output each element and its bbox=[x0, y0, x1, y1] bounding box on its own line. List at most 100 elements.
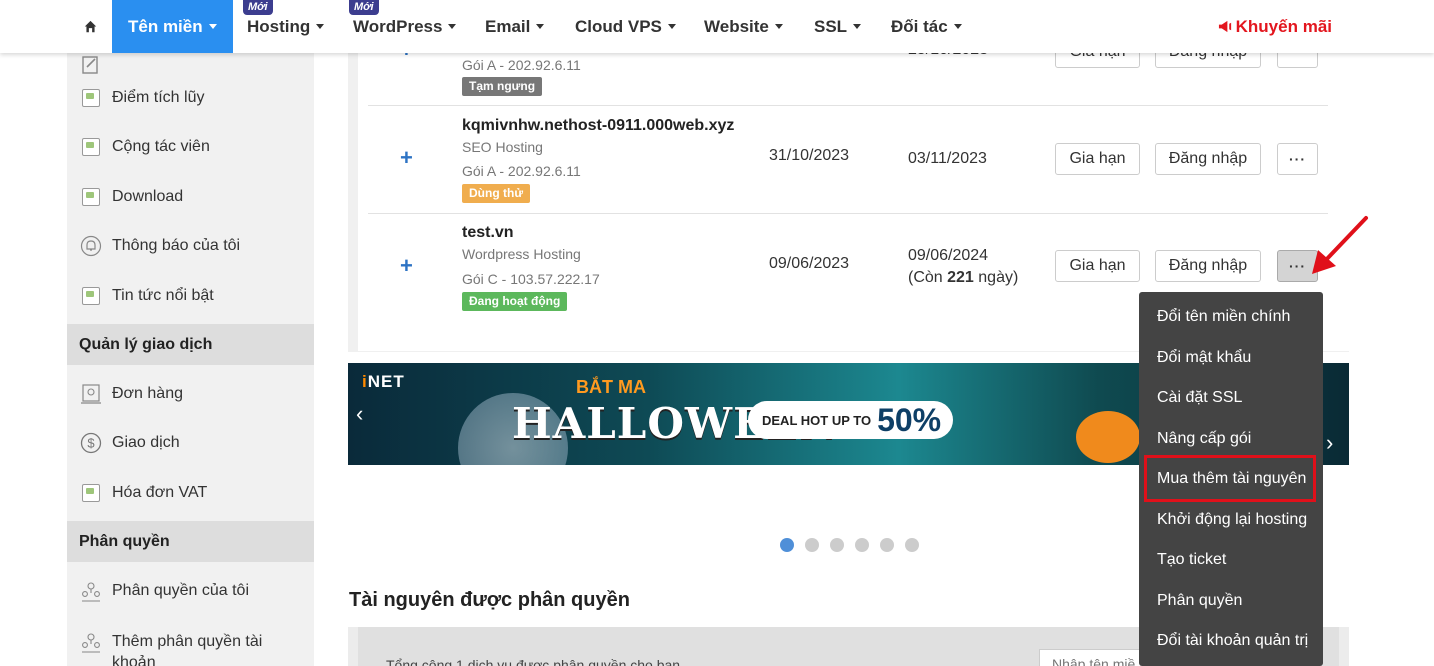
broken-image-icon bbox=[79, 87, 103, 109]
dollar-icon: $ bbox=[79, 432, 103, 454]
sidebar-item-download[interactable]: Download bbox=[67, 175, 314, 219]
status-badge: Dùng thử bbox=[462, 184, 531, 203]
new-badge: Mới bbox=[243, 0, 273, 15]
sidebar-item-news[interactable]: Tin tức nổi bật bbox=[67, 274, 314, 318]
status-badge: Đang hoạt động bbox=[462, 292, 568, 311]
remaining-suffix: ngày) bbox=[973, 269, 1019, 286]
section-title: Tài nguyên được phân quyền bbox=[349, 589, 630, 611]
nav-ssl-label: SSL bbox=[814, 16, 848, 36]
pointer-arrow-icon bbox=[1312, 216, 1368, 274]
service-end-date: 09/06/2024 bbox=[908, 247, 989, 264]
caret-down-icon bbox=[774, 24, 783, 29]
megaphone-icon bbox=[1218, 20, 1231, 33]
nav-partners[interactable]: Đối tác bbox=[891, 0, 962, 53]
sidebar-item-notifications[interactable]: Thông báo của tôi bbox=[67, 224, 314, 268]
carousel-dot[interactable] bbox=[805, 538, 819, 552]
sidebar-item-transactions[interactable]: $ Giao dịch bbox=[67, 421, 314, 465]
carousel-dot[interactable] bbox=[855, 538, 869, 552]
service-plan: Gói C - 103.57.222.17 bbox=[462, 271, 600, 287]
broken-image-icon bbox=[79, 482, 103, 504]
expand-row-icon[interactable]: + bbox=[400, 145, 413, 171]
broken-image-icon bbox=[79, 285, 103, 307]
service-plan: Gói A - 202.92.6.11 bbox=[462, 163, 581, 179]
login-button[interactable]: Đăng nhập bbox=[1155, 250, 1261, 282]
row-divider bbox=[368, 105, 1328, 106]
promo-link[interactable]: Khuyến mãi bbox=[1218, 0, 1332, 53]
remaining-prefix: (Còn bbox=[908, 269, 948, 286]
nav-cloud-vps-label: Cloud VPS bbox=[575, 16, 662, 36]
sidebar-section-transactions: Quản lý giao dịch bbox=[67, 324, 314, 365]
nav-website[interactable]: Website bbox=[704, 0, 783, 53]
sidebar-item-my-permissions[interactable]: Phân quyền của tôi bbox=[67, 569, 314, 613]
carousel-dot[interactable] bbox=[780, 538, 794, 552]
shared-count-text: Tổng cộng 1 dịch vụ được phân quyền cho … bbox=[386, 657, 681, 666]
service-start-date: 09/06/2023 bbox=[769, 255, 850, 272]
menu-item-change-password[interactable]: Đổi mật khẩu bbox=[1157, 349, 1251, 367]
sidebar-item-label: Thông báo của tôi bbox=[112, 237, 241, 254]
caret-down-icon bbox=[536, 24, 545, 29]
sidebar-item-points[interactable]: Điểm tích lũy bbox=[67, 76, 314, 120]
new-badge: Mới bbox=[349, 0, 379, 15]
sidebar-item-label: Giao dịch bbox=[112, 434, 180, 451]
nav-ssl[interactable]: SSL bbox=[814, 0, 862, 53]
menu-item-install-ssl[interactable]: Cài đặt SSL bbox=[1157, 389, 1242, 407]
sidebar-item-label: Đơn hàng bbox=[112, 385, 183, 402]
carousel-next-icon[interactable]: › bbox=[1326, 430, 1333, 456]
more-actions-button[interactable]: ··· bbox=[1277, 143, 1318, 175]
broken-image-icon bbox=[79, 186, 103, 208]
nav-email[interactable]: Email bbox=[485, 0, 545, 53]
nav-domains[interactable]: Tên miền bbox=[112, 0, 233, 53]
service-start-date: 31/10/2023 bbox=[769, 147, 850, 164]
inet-logo: iNET bbox=[362, 372, 405, 392]
caret-down-icon bbox=[448, 24, 457, 29]
sidebar-item-orders[interactable]: Đơn hàng bbox=[67, 372, 314, 416]
menu-item-create-ticket[interactable]: Tạo ticket bbox=[1157, 551, 1226, 569]
row-divider bbox=[368, 213, 1328, 214]
menu-item-permissions[interactable]: Phân quyền bbox=[1157, 592, 1242, 610]
nav-cloud-vps[interactable]: Cloud VPS bbox=[575, 0, 676, 53]
banner-title-small: BẮT MA bbox=[576, 377, 646, 397]
nav-wordpress[interactable]: Mới WordPress bbox=[349, 0, 457, 53]
sidebar-item-vat-invoice[interactable]: Hóa đơn VAT bbox=[67, 471, 314, 515]
menu-item-change-primary-domain[interactable]: Đổi tên miền chính bbox=[1157, 308, 1290, 326]
service-end-date: 03/11/2023 bbox=[908, 150, 987, 167]
sidebar-item-label: Cộng tác viên bbox=[112, 138, 210, 155]
home-icon[interactable] bbox=[78, 0, 102, 53]
bell-icon bbox=[79, 235, 103, 257]
sidebar-item-affiliate[interactable]: Cộng tác viên bbox=[67, 125, 314, 169]
service-domain: kqmivnhw.nethost-0911.000web.xyz bbox=[462, 117, 735, 134]
carousel-dot[interactable] bbox=[830, 538, 844, 552]
caret-down-icon bbox=[853, 24, 862, 29]
users-icon bbox=[79, 580, 103, 602]
caret-down-icon bbox=[316, 24, 325, 29]
broken-image-icon bbox=[79, 136, 103, 158]
edit-icon bbox=[79, 54, 103, 76]
sidebar-item-label: Hóa đơn VAT bbox=[112, 484, 208, 501]
svg-text:$: $ bbox=[87, 436, 95, 451]
menu-item-restart-hosting[interactable]: Khởi động lại hosting bbox=[1157, 511, 1307, 529]
sidebar-item-label: Thêm phân quyền tài khoản bbox=[112, 633, 263, 666]
service-remaining: (Còn 221 ngày) bbox=[908, 269, 1018, 287]
renew-button[interactable]: Gia hạn bbox=[1055, 143, 1140, 175]
deal-percent: 50% bbox=[877, 401, 942, 438]
expand-row-icon[interactable]: + bbox=[400, 253, 413, 279]
carousel-dot[interactable] bbox=[880, 538, 894, 552]
remaining-days: 221 bbox=[947, 269, 974, 286]
nav-website-label: Website bbox=[704, 16, 769, 36]
nav-wordpress-label: WordPress bbox=[353, 16, 443, 36]
nav-hosting-label: Hosting bbox=[247, 16, 311, 36]
caret-down-icon bbox=[208, 24, 217, 29]
carousel-dot[interactable] bbox=[905, 538, 919, 552]
pumpkin-decoration bbox=[1076, 411, 1140, 463]
sidebar-item-add-permission[interactable]: Thêm phân quyền tài khoản bbox=[67, 621, 314, 666]
carousel-prev-icon[interactable]: ‹ bbox=[356, 401, 363, 427]
caret-down-icon bbox=[667, 24, 676, 29]
menu-item-change-admin-account[interactable]: Đổi tài khoản quản trị bbox=[1157, 632, 1308, 650]
deal-text: DEAL HOT UP TO bbox=[762, 412, 872, 428]
nav-hosting[interactable]: Mới Hosting bbox=[243, 0, 325, 53]
renew-button[interactable]: Gia hạn bbox=[1055, 250, 1140, 282]
service-domain: test.vn bbox=[462, 224, 514, 241]
users-icon bbox=[79, 631, 103, 653]
login-button[interactable]: Đăng nhập bbox=[1155, 143, 1261, 175]
menu-item-upgrade-plan[interactable]: Nâng cấp gói bbox=[1157, 430, 1251, 448]
